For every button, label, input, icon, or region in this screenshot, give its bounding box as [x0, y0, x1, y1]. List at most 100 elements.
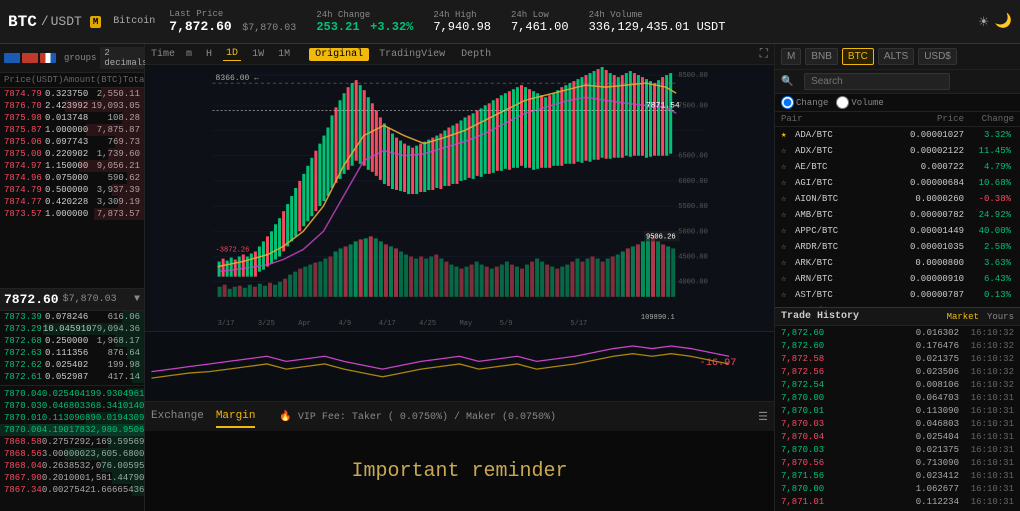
bid-row[interactable]: 7868.040.2638532,076.00595812: [0, 460, 144, 472]
radio-volume[interactable]: Volume: [836, 96, 883, 109]
ask-row[interactable]: 7874.971.1500009,056.21: [0, 160, 144, 172]
tab-settings-icon[interactable]: ☰: [758, 410, 768, 424]
col-change-header: Change: [964, 114, 1014, 124]
star-icon[interactable]: ☆: [781, 178, 791, 188]
bottom-content: Important reminder: [145, 431, 774, 511]
ask-row[interactable]: 7875.871.0000007,875.87: [0, 124, 144, 136]
trade-row: 7,870.030.02137516:10:31: [775, 443, 1020, 456]
star-icon[interactable]: ☆: [781, 194, 791, 204]
svg-text:May: May: [460, 320, 473, 327]
order-book: groups 2 decimals Price(USDT) Amount(BTC…: [0, 44, 145, 511]
time-1w[interactable]: 1W: [249, 48, 267, 61]
view-tradingview[interactable]: TradingView: [373, 48, 451, 61]
pair-row-ark[interactable]: ☆ ARK/BTC 0.0000800 3.63%: [775, 255, 1020, 271]
pair-row-appc[interactable]: ☆ APPC/BTC 0.00001449 40.00%: [775, 223, 1020, 239]
chart-type-buttons: Original TradingView Depth: [309, 48, 497, 61]
pair-row-ardr[interactable]: ☆ ARDR/BTC 0.00001035 2.58%: [775, 239, 1020, 255]
24h-high-stat: 24h High 7,940.98: [433, 10, 491, 34]
search-input[interactable]: [804, 73, 950, 90]
star-icon[interactable]: ☆: [781, 290, 791, 300]
pair-row-arn[interactable]: ☆ ARN/BTC 0.00000910 6.43%: [775, 271, 1020, 287]
ask-row[interactable]: 7875.000.2209021,739.60: [0, 148, 144, 160]
bid-row[interactable]: 7872.610.052987417.14: [0, 371, 144, 383]
bid-row[interactable]: 7867.900.2010001,581.44790000: [0, 472, 144, 484]
ask-row[interactable]: 7875.060.097743769.73: [0, 136, 144, 148]
pair-row-ast[interactable]: ☆ AST/BTC 0.00000787 0.13%: [775, 287, 1020, 303]
trade-tab-yours[interactable]: Yours: [987, 312, 1014, 322]
tab-margin[interactable]: Margin: [216, 406, 256, 428]
bid-row[interactable]: 7870.004.19017832,980.95066000: [0, 424, 144, 436]
ask-row[interactable]: 7874.770.4202283,309.19: [0, 196, 144, 208]
star-icon[interactable]: ☆: [781, 242, 791, 252]
chart-panel: Time m H 1D 1W 1M Original TradingView D…: [145, 44, 775, 511]
star-icon[interactable]: ☆: [781, 210, 791, 220]
filter-alts[interactable]: ALTS: [878, 48, 914, 65]
bid-row[interactable]: 7868.563.00000023,605.68000000: [0, 448, 144, 460]
ask-row[interactable]: 7873.571.0000007,873.57: [0, 208, 144, 220]
star-icon[interactable]: ☆: [781, 226, 791, 236]
bid-row[interactable]: 7867.340.00275421.66665436: [0, 484, 144, 496]
view-original[interactable]: Original: [309, 48, 369, 61]
decimals-label[interactable]: 2 decimals: [100, 47, 151, 69]
ask-row[interactable]: 7874.960.075000590.62: [0, 172, 144, 184]
filter-btc[interactable]: BTC: [842, 48, 874, 65]
svg-text:4/17: 4/17: [379, 320, 396, 327]
tab-exchange[interactable]: Exchange: [151, 406, 204, 428]
bid-row[interactable]: 7870.010.113090890.01943090: [0, 412, 144, 424]
bid-row[interactable]: 7872.620.025402199.98: [0, 359, 144, 371]
filter-m[interactable]: M: [781, 48, 801, 65]
star-icon[interactable]: ☆: [781, 274, 791, 284]
svg-text:5/17: 5/17: [570, 320, 587, 327]
time-1m[interactable]: 1M: [275, 48, 293, 61]
star-icon[interactable]: ★: [781, 130, 791, 140]
24h-low-stat: 24h Low 7,461.00: [511, 10, 569, 34]
svg-text:8366.00 ←: 8366.00 ←: [216, 74, 260, 83]
orderbook-header: groups 2 decimals: [0, 44, 144, 73]
sun-icon[interactable]: ☀: [979, 12, 989, 32]
radio-change[interactable]: Change: [781, 96, 828, 109]
time-h[interactable]: H: [203, 48, 215, 61]
pair-row-ae[interactable]: ☆ AE/BTC 0.000722 4.79%: [775, 159, 1020, 175]
time-m[interactable]: m: [183, 48, 195, 61]
expand-icon[interactable]: ⛶: [760, 47, 768, 61]
trade-history-tabs: Market Yours: [947, 312, 1014, 322]
pair-row-amb[interactable]: ☆ AMB/BTC 0.00000782 24.92%: [775, 207, 1020, 223]
trade-row: 7,870.040.02540416:10:31: [775, 430, 1020, 443]
ask-row[interactable]: 7876.702.42399219,093.05: [0, 100, 144, 112]
col-pair-header: Pair: [781, 114, 861, 124]
base-currency: USDT: [51, 14, 82, 29]
bid-row[interactable]: 7868.580.2757292,169.59569482: [0, 436, 144, 448]
ask-row[interactable]: 7874.790.3237502,550.11: [0, 88, 144, 100]
time-1d[interactable]: 1D: [223, 47, 241, 61]
last-price-label: Last Price: [169, 9, 296, 19]
filter-usd[interactable]: USD$: [918, 48, 957, 65]
trade-tab-market[interactable]: Market: [947, 312, 979, 322]
bid-row[interactable]: 7870.040.025404199.93049616: [0, 388, 144, 400]
pair-row-agi[interactable]: ☆ AGI/BTC 0.00000684 10.68%: [775, 175, 1020, 191]
bid-row[interactable]: 7873.390.078246616.06: [0, 311, 144, 323]
star-icon[interactable]: ☆: [781, 146, 791, 156]
bid-row[interactable]: 7872.630.111356876.64: [0, 347, 144, 359]
pair-row-adx[interactable]: ☆ ADX/BTC 0.00002122 11.45%: [775, 143, 1020, 159]
pair-row-ada[interactable]: ★ ADA/BTC 0.00001027 3.32%: [775, 127, 1020, 143]
moon-icon[interactable]: 🌙: [995, 13, 1012, 30]
24h-change-stat: 24h Change 253.21 +3.32%: [316, 10, 413, 34]
star-icon[interactable]: ☆: [781, 258, 791, 268]
bid-row[interactable]: 7873.2910.04591079,094.36: [0, 323, 144, 335]
svg-text:4500.00: 4500.00: [678, 254, 708, 262]
ask-row[interactable]: 7874.790.5000003,937.39: [0, 184, 144, 196]
star-icon[interactable]: ☆: [781, 162, 791, 172]
pair-row-aion[interactable]: ☆ AION/BTC 0.0000260 -0.38%: [775, 191, 1020, 207]
currency-filter-buttons: M BNB BTC ALTS USD$: [775, 44, 1020, 70]
flag-icon-2: [22, 53, 38, 63]
trade-row: 7,870.560.71309016:10:31: [775, 456, 1020, 469]
chart-toolbar: Time m H 1D 1W 1M Original TradingView D…: [145, 44, 774, 65]
svg-text:5/9: 5/9: [500, 320, 513, 327]
bid-row[interactable]: 7870.030.046803368.34101409: [0, 400, 144, 412]
view-depth[interactable]: Depth: [455, 48, 497, 61]
trade-history-title: Trade History: [781, 311, 859, 322]
filter-bnb[interactable]: BNB: [805, 48, 838, 65]
bid-row[interactable]: 7872.680.2500001,968.17: [0, 335, 144, 347]
right-panel: M BNB BTC ALTS USD$ 🔍 Change Volume Pair…: [775, 44, 1020, 511]
ask-row[interactable]: 7875.980.013748108.28: [0, 112, 144, 124]
